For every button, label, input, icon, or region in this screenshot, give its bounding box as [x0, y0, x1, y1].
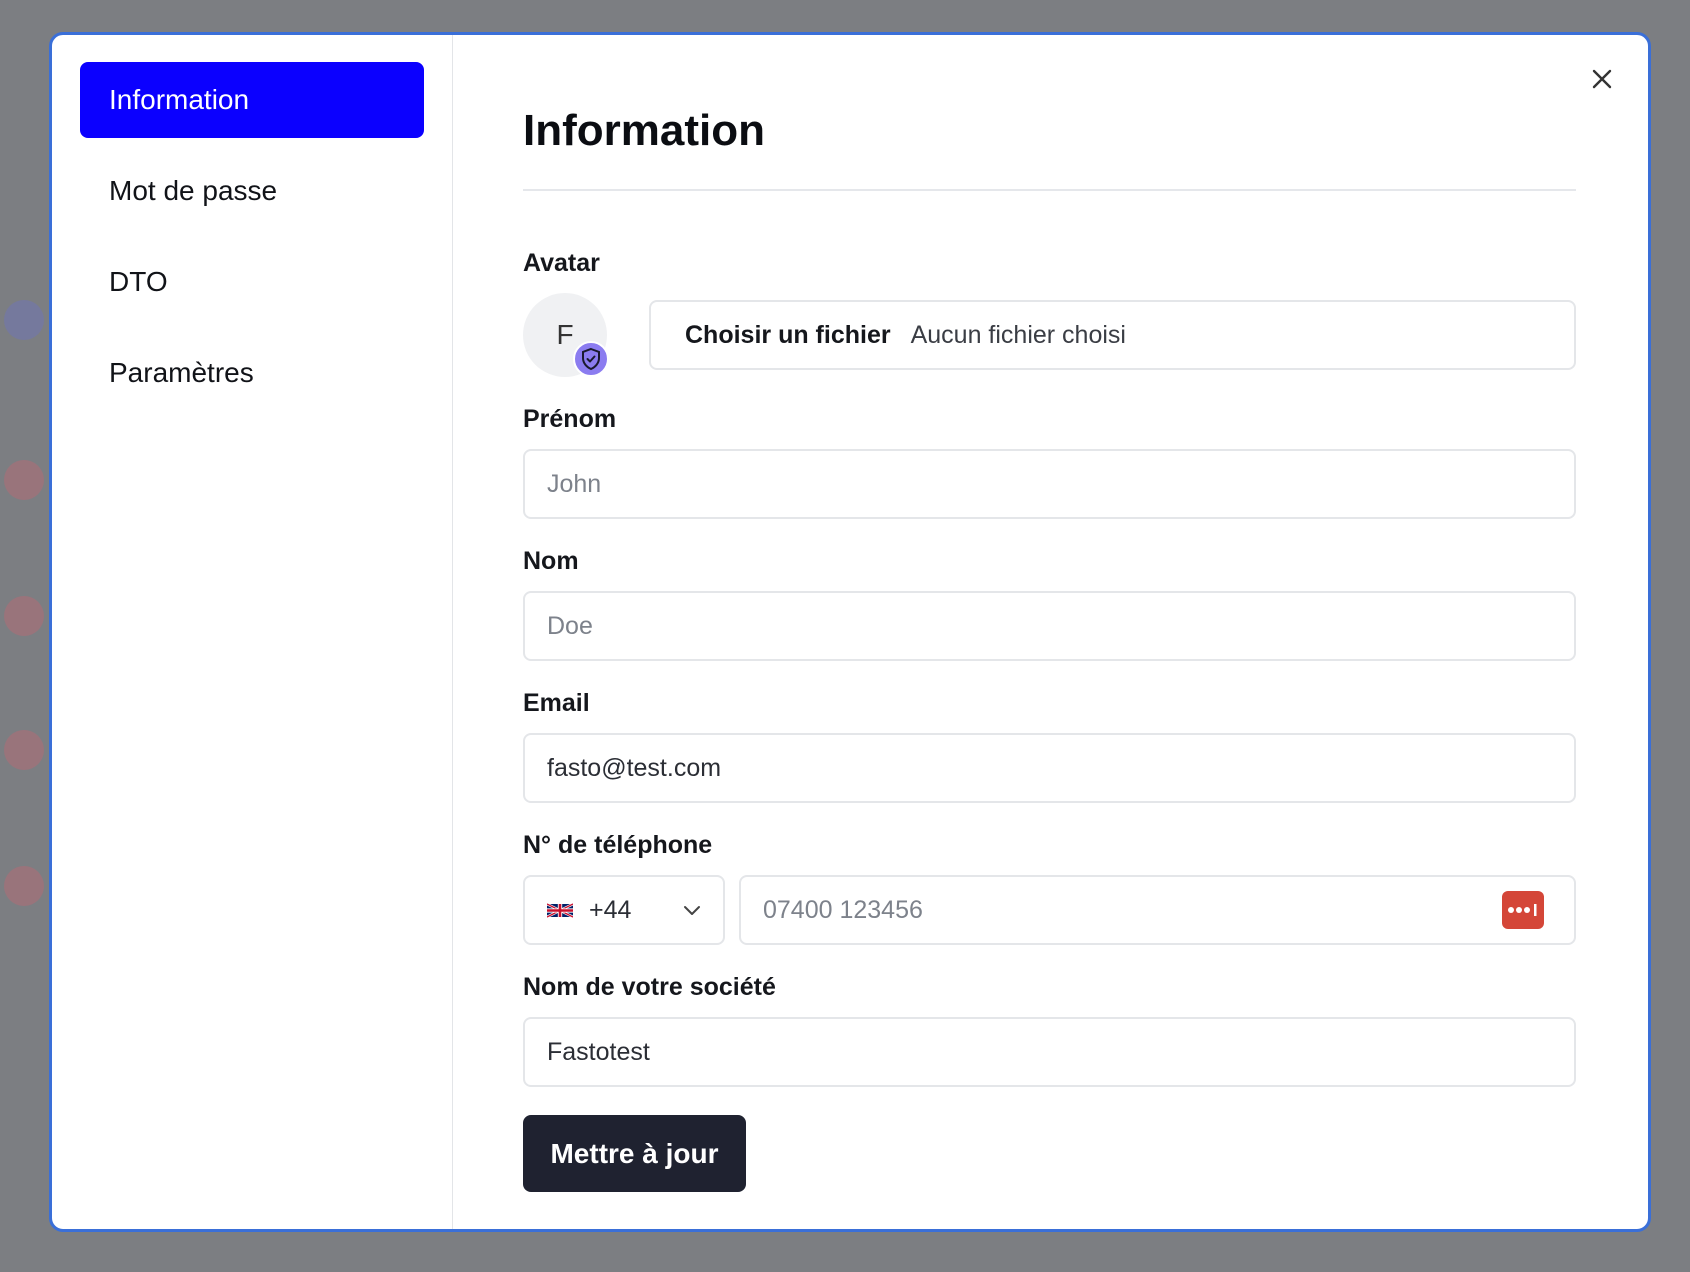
update-button[interactable]: Mettre à jour — [523, 1115, 746, 1192]
email-value: fasto@test.com — [547, 753, 722, 782]
settings-modal: Information Mot de passe DTO Paramètres … — [49, 32, 1651, 1232]
first-name-placeholder: John — [547, 469, 602, 498]
shield-check-icon — [582, 347, 600, 371]
avatar-file-input[interactable]: Choisir un fichier Aucun fichier choisi — [649, 300, 1576, 370]
page-title: Information — [523, 106, 765, 155]
company-value: Fastotest — [547, 1037, 650, 1066]
company-input[interactable]: Fastotest — [523, 1017, 1576, 1087]
sidebar-item-label: Mot de passe — [109, 175, 278, 206]
last-name-placeholder: Doe — [547, 611, 593, 640]
avatar-initial: F — [556, 319, 574, 350]
avatar-row: F Choisir un fichier Aucun fichier chois… — [523, 293, 1576, 377]
email-input[interactable]: fasto@test.com — [523, 733, 1576, 803]
background-avatar — [4, 596, 44, 636]
sidebar-item-dto[interactable]: DTO — [80, 244, 424, 320]
background-avatar — [4, 460, 44, 500]
background-avatar — [4, 300, 44, 340]
title-divider — [523, 189, 1576, 191]
sidebar-item-settings[interactable]: Paramètres — [80, 335, 424, 411]
verified-badge — [573, 341, 609, 377]
close-button[interactable] — [1584, 61, 1620, 97]
dots-icon — [1508, 904, 1537, 916]
settings-sidebar: Information Mot de passe DTO Paramètres — [52, 35, 453, 1229]
sidebar-item-information[interactable]: Information — [80, 62, 424, 138]
sidebar-item-label: DTO — [109, 266, 168, 297]
phone-placeholder: 07400 123456 — [763, 895, 923, 924]
first-name-label: Prénom — [523, 405, 617, 433]
country-code-select[interactable]: +44 — [523, 875, 725, 945]
information-panel: Information Avatar F Choisir un fichier … — [453, 35, 1648, 1229]
background-avatar — [4, 730, 44, 770]
phone-row: +44 07400 123456 — [523, 875, 1576, 945]
company-label: Nom de votre société — [523, 973, 776, 1001]
last-name-label: Nom — [523, 547, 579, 575]
uk-flag-icon — [547, 902, 573, 918]
last-name-input[interactable]: Doe — [523, 591, 1576, 661]
sidebar-item-password[interactable]: Mot de passe — [80, 153, 424, 229]
phone-label: N° de téléphone — [523, 831, 713, 859]
password-manager-icon[interactable] — [1502, 891, 1544, 929]
file-status: Aucun fichier choisi — [910, 320, 1126, 349]
first-name-input[interactable]: John — [523, 449, 1576, 519]
sidebar-item-label: Paramètres — [109, 357, 254, 388]
sidebar-item-label: Information — [109, 84, 250, 115]
phone-number-input[interactable]: 07400 123456 — [739, 875, 1576, 945]
background-avatar — [4, 866, 44, 906]
avatar: F — [523, 293, 609, 377]
choose-file-button[interactable]: Choisir un fichier — [685, 321, 891, 350]
email-label: Email — [523, 689, 590, 717]
avatar-label: Avatar — [523, 249, 600, 277]
country-code-value: +44 — [589, 895, 632, 924]
chevron-down-icon — [684, 906, 700, 915]
close-icon — [1592, 69, 1612, 89]
